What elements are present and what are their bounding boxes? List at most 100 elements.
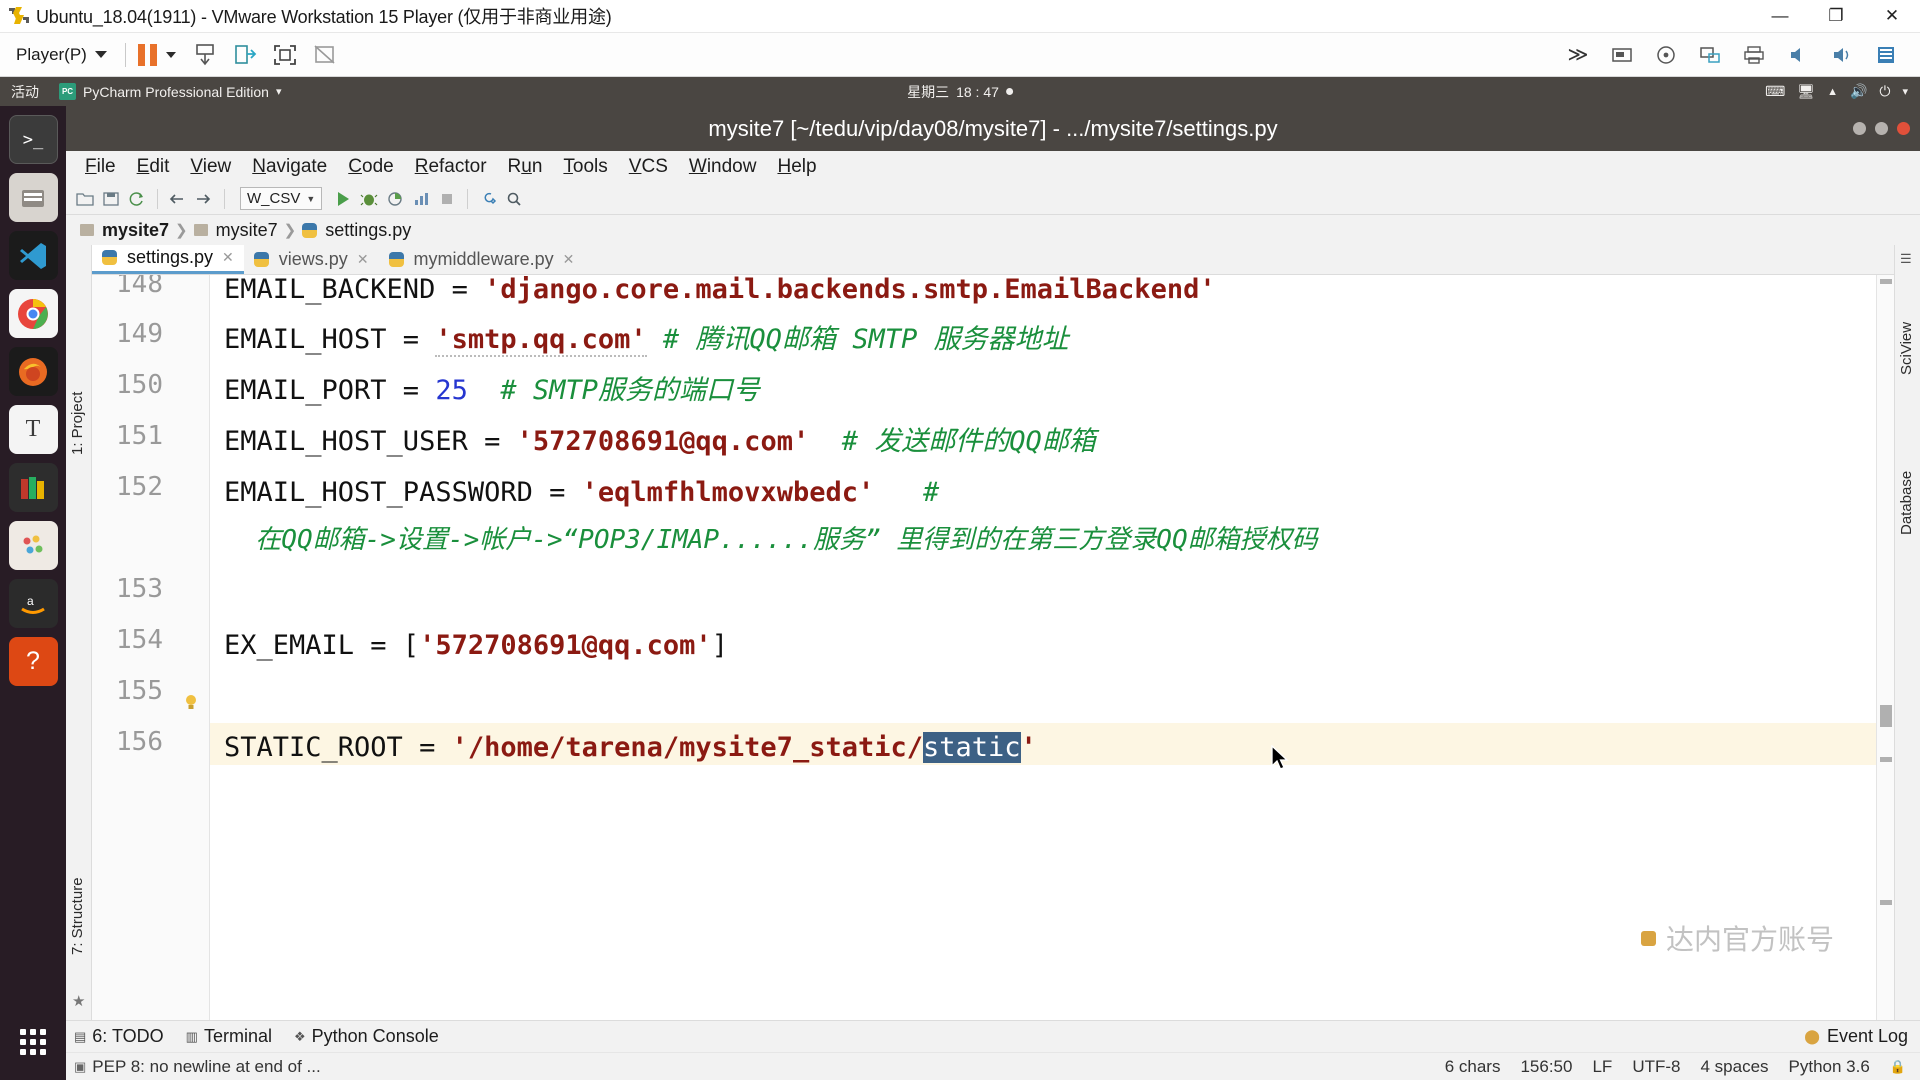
tool-tab-sciview[interactable]: SciView [1898,322,1915,375]
tool-tab-terminal[interactable]: ▥ Terminal [186,1026,272,1047]
code-content[interactable]: EMAIL_BACKEND = 'django.core.mail.backen… [210,275,1876,1020]
menu-edit[interactable]: Edit [128,154,179,180]
network-icon[interactable]: ▲ [1827,86,1838,98]
tool-tab-event-log[interactable]: Event Log [1827,1026,1908,1047]
settings-wrench-icon[interactable] [477,188,499,210]
bottom-tool-bar: ▤ 6: TODO ▥ Terminal ❖ Python Console ⬤ … [66,1020,1920,1052]
close-icon[interactable]: ✕ [563,251,575,268]
lock-icon[interactable]: 🔒 [1890,1059,1906,1075]
breadcrumb-item-1[interactable]: mysite7 [216,220,278,241]
expand-toolbar-icon[interactable]: ≫ [1561,40,1595,70]
send-key-icon[interactable] [228,40,262,70]
activities-button[interactable]: 活动 [0,82,50,102]
menu-window[interactable]: Window [680,154,766,180]
vmware-toolbar: Player(P) ≫ [0,33,1920,77]
save-all-icon[interactable] [100,188,122,210]
sound-icon[interactable] [1781,40,1815,70]
launcher-item-paint[interactable] [9,521,58,570]
search-icon[interactable] [503,188,525,210]
tool-tab-structure[interactable]: 7: Structure [69,877,86,955]
launcher-item-text-editor[interactable]: T [9,405,58,454]
minimize-button[interactable] [1853,122,1866,135]
menu-view[interactable]: View [181,154,240,180]
editor-area[interactable]: 148 149 150 151 152 153 154 155 156 [92,275,1894,1020]
debug-bug-icon[interactable] [358,188,380,210]
stop-icon[interactable] [436,188,458,210]
tool-tab-todo[interactable]: ▤ 6: TODO [74,1026,164,1047]
launcher-item-show-applications[interactable] [9,1017,58,1066]
tab-settings-py[interactable]: settings.py ✕ [92,245,244,274]
snapshot-icon[interactable] [188,40,222,70]
speaker-icon[interactable] [1825,40,1859,70]
status-line-separator[interactable]: LF [1592,1057,1612,1077]
close-icon[interactable]: ✕ [222,249,234,266]
tool-tab-python-console[interactable]: ❖ Python Console [294,1026,439,1047]
launcher-item-vscode[interactable] [9,231,58,280]
minimize-button[interactable]: — [1752,0,1808,33]
launcher-item-books[interactable] [9,463,58,512]
close-button[interactable]: ✕ [1864,0,1920,33]
arrow-left-icon[interactable] [167,188,189,210]
status-encoding[interactable]: UTF-8 [1632,1057,1680,1077]
menu-vcs[interactable]: VCS [620,154,677,180]
tab-mymiddleware-py[interactable]: mymiddleware.py ✕ [379,245,585,274]
network-adapter-icon[interactable] [1693,40,1727,70]
system-menu-chevron-icon[interactable]: ▾ [1902,85,1908,98]
status-indent[interactable]: 4 spaces [1700,1057,1768,1077]
launcher-item-firefox[interactable] [9,347,58,396]
tool-tab-project[interactable]: 1: Project [69,392,86,455]
removable-devices-icon[interactable] [1605,40,1639,70]
sync-icon[interactable] [126,188,148,210]
printer-icon[interactable] [1737,40,1771,70]
status-caret-position[interactable]: 156:50 [1520,1057,1572,1077]
run-play-icon[interactable] [332,188,354,210]
menu-file[interactable]: File [76,154,125,180]
menu-navigate[interactable]: Navigate [243,154,336,180]
menu-help[interactable]: Help [768,154,825,180]
profile-icon[interactable] [410,188,432,210]
launcher-item-chrome[interactable] [9,289,58,338]
status-interpreter[interactable]: Python 3.6 [1789,1057,1870,1077]
launcher-item-help[interactable]: ? [9,637,58,686]
menu-code[interactable]: Code [339,154,402,180]
panel-clock[interactable]: 星期三 18 : 47 [907,82,1013,102]
launcher-item-terminal[interactable]: >_ [9,115,58,164]
menu-icon[interactable] [1869,40,1903,70]
panel-app-menu[interactable]: PyCharm Professional Edition ▾ [50,83,291,100]
player-menu-button[interactable]: Player(P) [10,42,113,68]
display-icon[interactable]: 🖥 [1797,83,1815,100]
unity-mode-icon[interactable] [308,40,342,70]
intention-bulb-icon[interactable] [184,694,197,710]
menu-tools[interactable]: Tools [554,154,616,180]
tool-window-options-icon[interactable]: ☰ [1900,251,1912,267]
breadcrumb-item-2[interactable]: settings.py [325,220,411,241]
scrollbar-thumb[interactable] [1880,705,1892,727]
pause-icon[interactable] [138,44,157,66]
editor-marker-bar[interactable] [1876,275,1894,1020]
power-icon[interactable]: ⏻ [1879,83,1890,100]
tab-views-py[interactable]: views.py ✕ [244,245,379,274]
keyboard-layout-icon[interactable]: ⌨ [1765,83,1785,100]
pycharm-window-title: mysite7 [~/tedu/vip/day08/mysite7] - ...… [708,116,1277,142]
launcher-item-files[interactable] [9,173,58,222]
menu-run[interactable]: Run [499,154,552,180]
breadcrumb-item-0[interactable]: mysite7 [102,220,169,241]
chevron-down-icon: ▾ [276,85,282,98]
open-folder-icon[interactable] [74,188,96,210]
maximize-button[interactable] [1875,122,1888,135]
fullscreen-icon[interactable] [268,40,302,70]
arrow-right-icon[interactable] [193,188,215,210]
tool-tab-database[interactable]: Database [1898,471,1915,535]
coverage-icon[interactable] [384,188,406,210]
cd-drive-icon[interactable] [1649,40,1683,70]
run-configuration-selector[interactable]: W_CSV ▼ [240,187,322,210]
close-icon[interactable]: ✕ [357,251,369,268]
menu-refactor[interactable]: Refactor [406,154,496,180]
code-line-151: EMAIL_HOST_USER = '572708691@qq.com' # 发… [224,421,1096,462]
volume-icon[interactable]: 🔊 [1850,83,1867,100]
close-button[interactable] [1897,122,1910,135]
restore-button[interactable]: ❐ [1808,0,1864,33]
terminal-icon: >_ [23,130,43,150]
launcher-item-amazon[interactable]: a [9,579,58,628]
pause-dropdown-chevron-icon[interactable] [166,52,176,58]
